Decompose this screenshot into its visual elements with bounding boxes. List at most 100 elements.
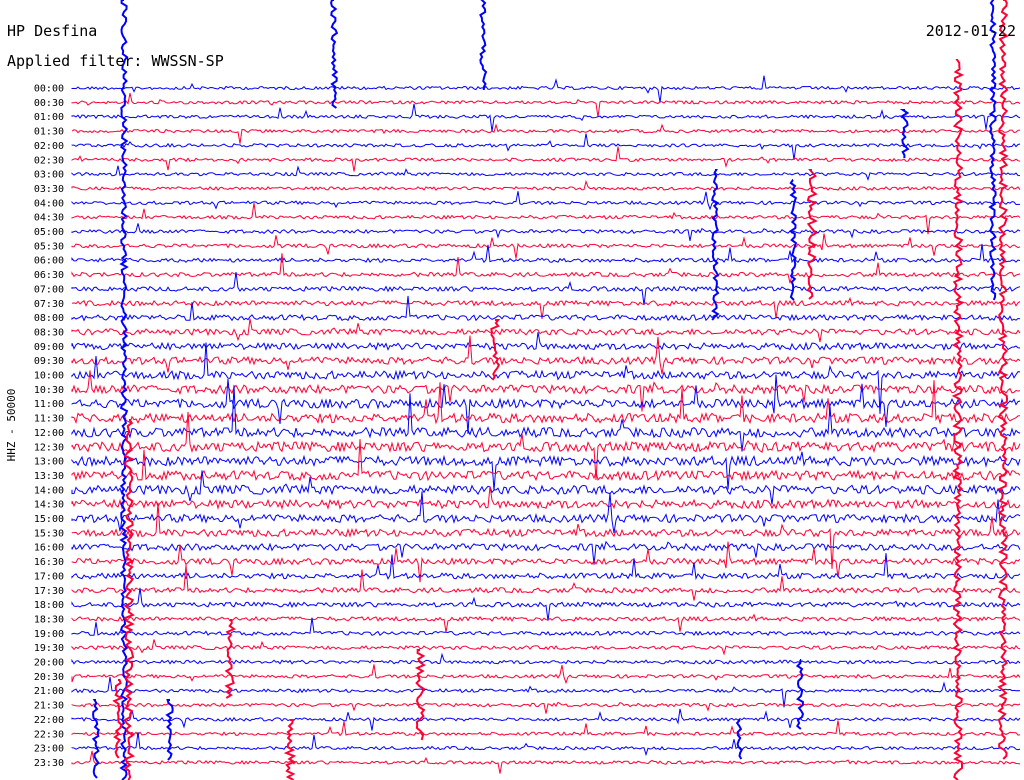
trace-row [71, 75, 1021, 103]
time-tick-labels: 00:00 00:30 01:00 01:30 02:00 02:30 03:00 03:30… [34, 84, 64, 769]
trace-row [71, 720, 1021, 737]
seismic-event [330, 0, 339, 109]
seismic-event [490, 319, 501, 381]
trace-row [71, 491, 1021, 534]
trace-row [71, 380, 1021, 425]
trace-row [71, 676, 1021, 708]
tick-label: 14:30 [34, 500, 64, 511]
trace-row [71, 133, 1021, 160]
trace-row [71, 639, 1021, 656]
trace-row [71, 318, 1021, 343]
tick-label: 19:30 [34, 643, 64, 654]
tick-label: 05:00 [34, 227, 64, 238]
tick-label: 01:30 [34, 127, 64, 138]
trace-row [71, 701, 1021, 714]
trace-row [71, 613, 1021, 633]
trace-row [71, 202, 1021, 235]
tick-label: 03:00 [34, 170, 64, 181]
tick-label: 17:30 [34, 586, 64, 597]
tick-label: 12:00 [34, 428, 64, 439]
tick-label: 15:00 [34, 514, 64, 525]
tick-label: 12:30 [34, 442, 64, 453]
tick-label: 19:00 [34, 629, 64, 640]
seismic-event [414, 649, 426, 741]
trace-row [71, 374, 1021, 434]
trace-row [71, 587, 1021, 621]
tick-label: 09:30 [34, 356, 64, 367]
seismic-event [123, 419, 136, 780]
trace-row [71, 92, 1021, 118]
tick-label: 08:30 [34, 327, 64, 338]
trace-row [71, 123, 1021, 144]
trace-row [71, 233, 1021, 259]
seismic-event [795, 659, 805, 730]
trace-row [71, 335, 1021, 375]
seismic-event [997, 0, 1009, 760]
tick-label: 13:30 [34, 471, 64, 482]
tick-label: 16:30 [34, 557, 64, 568]
trace-row [71, 342, 1021, 414]
tick-label: 21:30 [34, 701, 64, 712]
trace-row [71, 540, 1021, 565]
trace-row [71, 296, 1021, 319]
tick-label: 00:30 [34, 98, 64, 109]
tick-label: 07:30 [34, 299, 64, 310]
y-axis-label: HHZ - 50000 [5, 389, 18, 462]
tick-label: 05:30 [34, 241, 64, 252]
seismic-event [165, 699, 174, 761]
seismic-event [283, 719, 297, 780]
seismogram-plot: 00:00 00:30 01:00 01:30 02:00 02:30 03:00 03:30… [5, 0, 1021, 780]
tick-label: 08:00 [34, 313, 64, 324]
tick-label: 18:30 [34, 614, 64, 625]
seismic-event [735, 719, 743, 760]
tick-label: 16:00 [34, 543, 64, 554]
seismic-event [711, 169, 720, 321]
tick-label: 10:30 [34, 385, 64, 396]
tick-label: 10:00 [34, 371, 64, 382]
tick-label: 00:00 [34, 84, 64, 95]
tick-label: 15:30 [34, 528, 64, 539]
tick-label: 20:00 [34, 658, 64, 669]
trace-row [71, 502, 1021, 569]
trace-row [71, 272, 1021, 306]
tick-label: 07:00 [34, 284, 64, 295]
date-label: 2012-01-22 [926, 22, 1016, 40]
trace-row [71, 565, 1021, 601]
tick-label: 17:00 [34, 571, 64, 582]
tick-label: 06:00 [34, 256, 64, 267]
seismic-event [91, 699, 100, 779]
trace-row [71, 451, 1021, 491]
trace-row [71, 223, 1021, 241]
trace-row [71, 553, 1021, 581]
tick-label: 01:00 [34, 112, 64, 123]
seismic-event [899, 109, 910, 158]
seismic-event [988, 0, 997, 301]
tick-label: 22:00 [34, 715, 64, 726]
tick-label: 11:30 [34, 414, 64, 425]
filter-subtitle: Applied filter: WWSSN-SP [7, 52, 224, 70]
seismic-traces [71, 0, 1021, 780]
tick-label: 18:00 [34, 600, 64, 611]
tick-label: 20:30 [34, 672, 64, 683]
tick-label: 03:30 [34, 184, 64, 195]
seismic-event [789, 179, 798, 301]
tick-label: 22:30 [34, 729, 64, 740]
tick-label: 02:30 [34, 155, 64, 166]
tick-label: 14:00 [34, 485, 64, 496]
tick-label: 02:00 [34, 141, 64, 152]
tick-label: 23:30 [34, 758, 64, 769]
trace-row [71, 179, 1021, 191]
tick-label: 06:30 [34, 270, 64, 281]
tick-label: 09:00 [34, 342, 64, 353]
trace-row [71, 750, 1021, 774]
station-title: HP Desfina [7, 22, 97, 40]
trace-row [71, 165, 1021, 182]
trace-row [71, 385, 1021, 452]
tick-label: 11:00 [34, 399, 64, 410]
tick-label: 04:30 [34, 213, 64, 224]
seismic-event [479, 0, 488, 90]
tick-label: 13:00 [34, 457, 64, 468]
tick-label: 23:00 [34, 744, 64, 755]
trace-row [71, 103, 1021, 132]
tick-label: 21:00 [34, 686, 64, 697]
